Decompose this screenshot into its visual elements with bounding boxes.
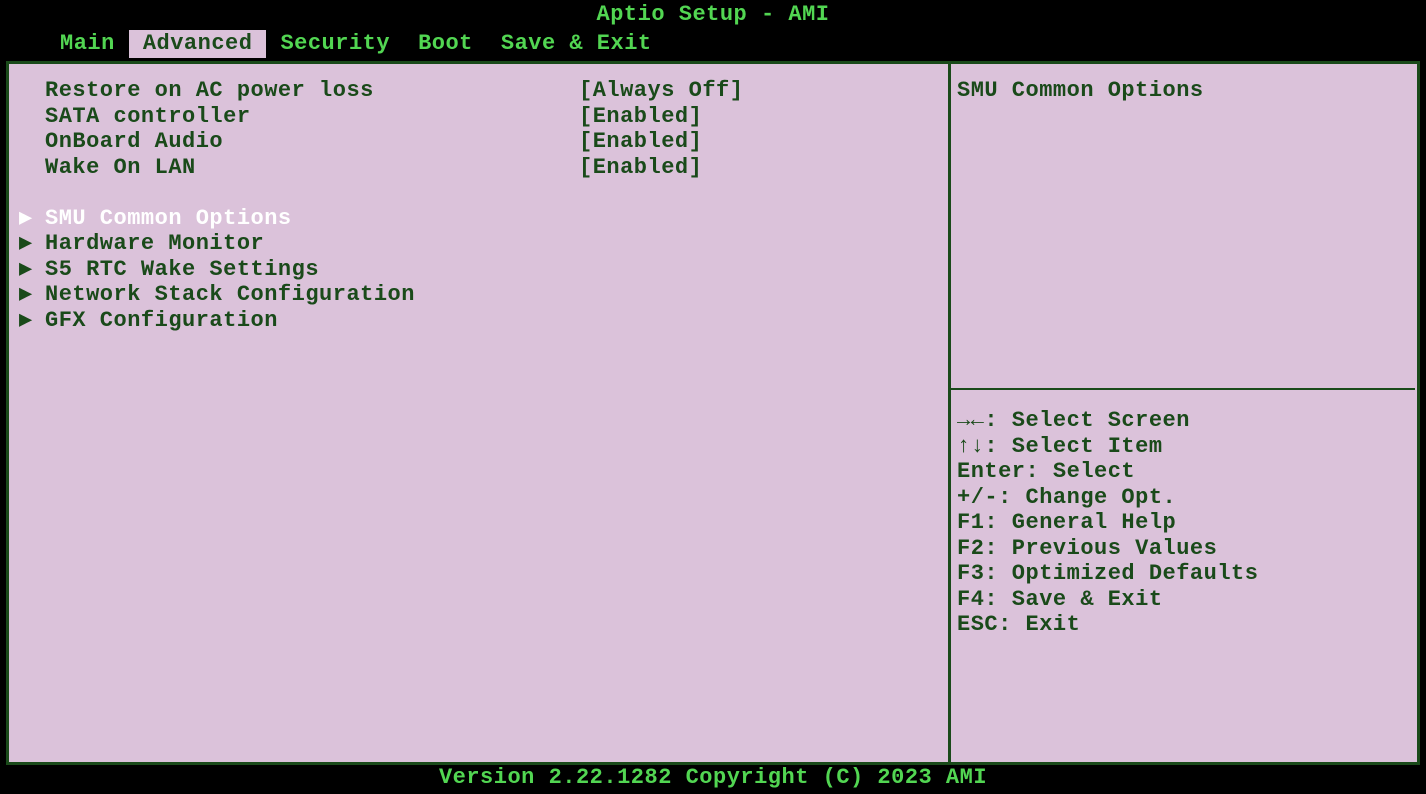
tab-save-exit[interactable]: Save & Exit	[487, 30, 666, 58]
submenu-arrow-icon: ▶	[17, 231, 45, 257]
setting-value: [Enabled]	[579, 104, 940, 130]
setting-sata-controller[interactable]: SATA controller [Enabled]	[17, 104, 940, 130]
setting-label: Restore on AC power loss	[45, 78, 579, 104]
help-description: SMU Common Options	[957, 78, 1409, 388]
help-key-select-screen: →←: Select Screen	[957, 408, 1409, 434]
help-title: SMU Common Options	[957, 78, 1409, 104]
submenu-label: Network Stack Configuration	[45, 282, 940, 308]
help-key-f3: F3: Optimized Defaults	[957, 561, 1409, 587]
submenu-s5-rtc-wake[interactable]: ▶ S5 RTC Wake Settings	[17, 257, 940, 283]
settings-panel: Restore on AC power loss [Always Off] SA…	[6, 61, 948, 765]
setting-onboard-audio[interactable]: OnBoard Audio [Enabled]	[17, 129, 940, 155]
setting-label: OnBoard Audio	[45, 129, 579, 155]
help-key-f1: F1: General Help	[957, 510, 1409, 536]
help-key-select-item: ↑↓: Select Item	[957, 434, 1409, 460]
submenu-network-stack[interactable]: ▶ Network Stack Configuration	[17, 282, 940, 308]
help-key-esc: ESC: Exit	[957, 612, 1409, 638]
setting-wake-on-lan[interactable]: Wake On LAN [Enabled]	[17, 155, 940, 181]
tab-advanced[interactable]: Advanced	[129, 30, 267, 58]
submenu-arrow-icon: ▶	[17, 206, 45, 232]
submenu-label: Hardware Monitor	[45, 231, 940, 257]
submenu-label: S5 RTC Wake Settings	[45, 257, 940, 283]
title-bar: Aptio Setup - AMI	[0, 0, 1426, 30]
setting-value: [Always Off]	[579, 78, 940, 104]
tab-bar: Main Advanced Security Boot Save & Exit	[0, 30, 1426, 58]
submenu-arrow-icon: ▶	[17, 282, 45, 308]
tab-boot[interactable]: Boot	[404, 30, 487, 58]
spacer	[17, 180, 940, 206]
submenu-smu-common-options[interactable]: ▶ SMU Common Options	[17, 206, 940, 232]
submenu-label: SMU Common Options	[45, 206, 940, 232]
setting-value: [Enabled]	[579, 129, 940, 155]
help-key-f2: F2: Previous Values	[957, 536, 1409, 562]
submenu-arrow-icon: ▶	[17, 308, 45, 334]
help-panel: SMU Common Options →←: Select Screen ↑↓:…	[948, 61, 1420, 765]
submenu-gfx-configuration[interactable]: ▶ GFX Configuration	[17, 308, 940, 334]
submenu-label: GFX Configuration	[45, 308, 940, 334]
tab-main[interactable]: Main	[46, 30, 129, 58]
help-key-f4: F4: Save & Exit	[957, 587, 1409, 613]
setting-value: [Enabled]	[579, 155, 940, 181]
setting-restore-ac[interactable]: Restore on AC power loss [Always Off]	[17, 78, 940, 104]
setting-label: Wake On LAN	[45, 155, 579, 181]
title-text: Aptio Setup - AMI	[597, 2, 830, 27]
footer-bar: Version 2.22.1282 Copyright (C) 2023 AMI	[0, 765, 1426, 791]
setting-label: SATA controller	[45, 104, 579, 130]
help-keys: →←: Select Screen ↑↓: Select Item Enter:…	[957, 390, 1409, 638]
footer-text: Version 2.22.1282 Copyright (C) 2023 AMI	[439, 765, 987, 790]
submenu-arrow-icon: ▶	[17, 257, 45, 283]
main-area: Restore on AC power loss [Always Off] SA…	[0, 58, 1426, 765]
submenu-hardware-monitor[interactable]: ▶ Hardware Monitor	[17, 231, 940, 257]
tab-security[interactable]: Security	[266, 30, 404, 58]
help-key-change-opt: +/-: Change Opt.	[957, 485, 1409, 511]
help-key-enter: Enter: Select	[957, 459, 1409, 485]
